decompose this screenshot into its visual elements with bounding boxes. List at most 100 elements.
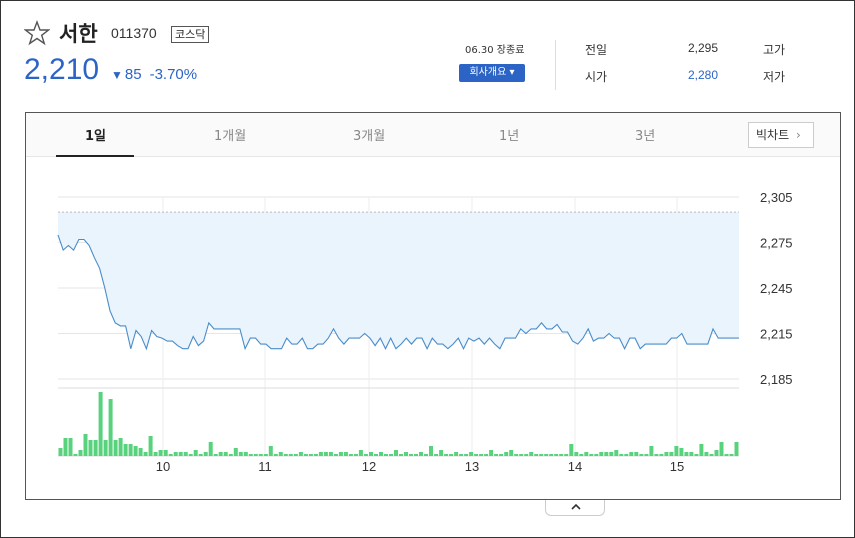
volume-bar xyxy=(634,452,639,456)
high-label: 고가 xyxy=(763,43,786,57)
price-area-fill xyxy=(58,212,739,349)
volume-bar xyxy=(333,454,338,456)
volume-bar xyxy=(484,454,489,456)
volume-bar xyxy=(188,454,193,456)
volume-bar xyxy=(168,454,173,456)
volume-bar xyxy=(439,450,444,456)
volume-bar xyxy=(589,454,594,456)
volume-bar xyxy=(594,454,599,456)
volume-bar xyxy=(384,454,388,456)
volume-bar xyxy=(549,454,554,456)
volume-bar xyxy=(198,454,203,456)
volume-bar xyxy=(343,452,348,456)
down-arrow-icon: ▼ xyxy=(111,68,123,82)
volume-bar xyxy=(323,452,328,456)
price-volume-chart: 2,305 2,275 2,245 2,215 2,185 10 11 12 13 14 15 xyxy=(57,190,793,474)
open-label: 시가 xyxy=(585,70,608,84)
volume-bar xyxy=(93,440,98,456)
volume-bar xyxy=(63,438,68,456)
volume-bar xyxy=(208,442,213,456)
volume-bar xyxy=(519,454,524,456)
volume-bar xyxy=(414,454,418,456)
volume-bar xyxy=(83,434,88,456)
volume-bar xyxy=(544,454,549,456)
volume-bar xyxy=(374,454,378,456)
y-tick-label: 2,245 xyxy=(760,281,793,296)
volume-bar xyxy=(659,454,664,456)
change-percent: -3.70% xyxy=(149,66,198,83)
volume-bar xyxy=(248,454,253,456)
prev-close-label: 전일 xyxy=(585,43,608,57)
volume-bar xyxy=(524,454,529,456)
volume-bar xyxy=(223,452,228,456)
volume-bar xyxy=(539,454,544,456)
volume-bar xyxy=(293,454,298,456)
volume-bar xyxy=(133,446,138,456)
divider xyxy=(555,40,556,90)
volume-bar xyxy=(689,452,694,456)
volume-bar xyxy=(123,444,128,456)
volume-bar xyxy=(143,452,148,456)
volume-bar xyxy=(629,452,634,456)
y-tick-label: 2,215 xyxy=(760,327,793,342)
volume-bar xyxy=(298,452,303,456)
volume-bar xyxy=(153,452,158,456)
volume-bar xyxy=(449,454,454,456)
volume-bar xyxy=(399,454,403,456)
y-tick-label: 2,185 xyxy=(760,372,793,387)
volume-bar xyxy=(263,454,268,456)
volume-bar xyxy=(379,452,383,456)
volume-bar xyxy=(348,454,353,456)
volume-bar xyxy=(699,444,704,456)
volume-bar xyxy=(233,448,238,456)
volume-bar xyxy=(108,399,113,456)
volume-bar xyxy=(669,452,674,456)
volume-bar xyxy=(569,444,574,456)
volume-bar xyxy=(624,454,629,456)
x-tick-label: 10 xyxy=(156,459,170,474)
volume-bar xyxy=(303,454,308,456)
volume-bar xyxy=(649,446,654,456)
volume-bar xyxy=(709,454,714,456)
volume-bar xyxy=(719,442,724,456)
volume-bar xyxy=(554,454,559,456)
volume-bar xyxy=(714,450,719,456)
favorite-star-icon[interactable] xyxy=(24,20,50,46)
volume-bar xyxy=(454,452,459,456)
volume-bar xyxy=(288,454,293,456)
volume-bar xyxy=(529,452,534,456)
volume-bar xyxy=(564,454,569,456)
y-tick-label: 2,305 xyxy=(760,190,793,205)
volume-bar xyxy=(228,454,233,456)
volume-bar xyxy=(218,452,223,456)
volume-bar xyxy=(694,454,699,456)
volume-bar xyxy=(278,452,283,456)
volume-bar xyxy=(98,392,103,456)
volume-bar xyxy=(103,440,108,456)
volume-bar xyxy=(328,452,333,456)
change-amount: 85 xyxy=(124,66,142,83)
volume-bar xyxy=(353,454,358,456)
volume-bar xyxy=(78,450,83,456)
volume-bar xyxy=(729,454,734,456)
collapse-toggle[interactable] xyxy=(545,500,605,516)
volume-bar xyxy=(464,454,469,456)
company-overview-button[interactable]: 회사개요 ▾ xyxy=(459,64,525,82)
x-tick-label: 14 xyxy=(568,459,582,474)
open-value: 2,280 xyxy=(688,68,719,82)
volume-bar xyxy=(654,454,659,456)
volume-bar xyxy=(213,454,218,456)
stock-header: 서한 011370 코스닥 2,210 ▼ 85 -3.70% 06.30 장종료 … xyxy=(0,0,855,110)
volume-bar xyxy=(148,436,153,456)
volume-bar xyxy=(88,440,93,456)
volume-bar xyxy=(579,454,584,456)
volume-bar xyxy=(499,454,504,456)
volume-bar xyxy=(253,454,258,456)
current-price: 2,210 xyxy=(24,53,100,86)
x-tick-label: 12 xyxy=(362,459,376,474)
volume-bar xyxy=(394,450,398,456)
volume-bar xyxy=(429,446,433,456)
stock-code: 011370 xyxy=(111,25,157,41)
stock-name: 서한 xyxy=(59,22,98,46)
volume-bar xyxy=(73,454,78,456)
